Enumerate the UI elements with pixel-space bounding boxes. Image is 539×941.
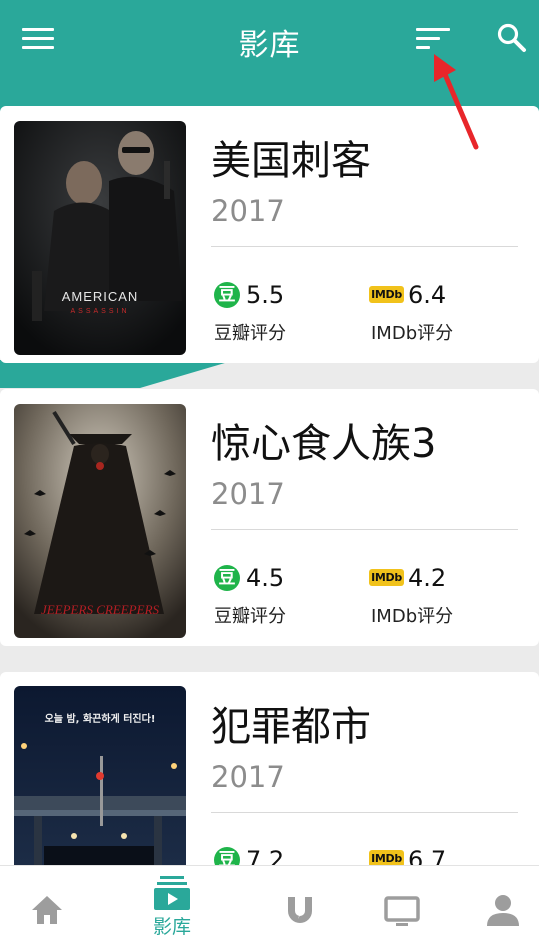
douban-label: 豆瓣评分: [214, 606, 286, 627]
movie-title: 美国刺客: [211, 138, 371, 184]
movie-card[interactable]: JEEPERS CREEPERS 惊心食人族3 2017 豆 4.5 豆瓣评分 …: [0, 389, 539, 646]
poster-title: JEEPERS CREEPERS: [41, 602, 160, 617]
douban-icon: 豆: [214, 282, 240, 308]
movie-year: 2017: [211, 477, 285, 511]
imdb-icon: IMDb: [369, 850, 404, 865]
movie-poster[interactable]: 오늘 밤, 화끈하게 터진다!: [14, 686, 186, 865]
movie-poster[interactable]: AMERICAN ASSASSIN: [14, 121, 186, 355]
bottom-nav: 影库: [0, 865, 539, 941]
poster-title: AMERICAN: [62, 289, 139, 304]
home-icon: [32, 896, 62, 924]
poster-tagline: 오늘 밤, 화끈하게 터진다!: [45, 712, 156, 725]
divider: [211, 529, 518, 530]
nav-library[interactable]: 影库: [118, 866, 226, 941]
divider: [211, 812, 518, 813]
nav-magnet[interactable]: [246, 866, 354, 941]
imdb-label: IMDb评分: [371, 606, 454, 627]
profile-icon: [487, 895, 519, 926]
douban-icon: 豆: [214, 565, 240, 591]
tv-icon: [384, 896, 420, 926]
douban-score: 5.5: [246, 281, 285, 309]
movie-card[interactable]: 오늘 밤, 화끈하게 터진다! 犯罪都市 2017 豆 7.2 IMDb 6.7: [0, 672, 539, 865]
nav-home[interactable]: [0, 866, 108, 941]
imdb-score: 6.4: [408, 281, 447, 309]
imdb-score: 6.7: [408, 846, 447, 865]
sort-icon[interactable]: [416, 26, 452, 52]
poster-subtitle: ASSASSIN: [70, 308, 129, 315]
nav-profile[interactable]: [450, 866, 539, 941]
nav-library-label: 影库: [152, 916, 191, 938]
movie-poster[interactable]: JEEPERS CREEPERS: [14, 404, 186, 638]
divider: [211, 246, 518, 247]
douban-icon: 豆: [214, 847, 240, 865]
douban-score: 4.5: [246, 564, 285, 592]
douban-score: 7.2: [246, 846, 285, 865]
imdb-icon: IMDb: [369, 286, 404, 303]
movie-title: 惊心食人族3: [211, 421, 437, 467]
movie-title: 犯罪都市: [211, 704, 371, 750]
search-icon[interactable]: [496, 22, 528, 54]
library-icon: [154, 876, 190, 910]
movie-year: 2017: [211, 760, 285, 794]
movie-year: 2017: [211, 194, 285, 228]
annotation-arrow-icon: [434, 54, 479, 150]
douban-label: 豆瓣评分: [214, 323, 286, 344]
imdb-label: IMDb评分: [371, 323, 454, 344]
imdb-score: 4.2: [408, 564, 447, 592]
imdb-icon: IMDb: [369, 569, 404, 586]
nav-tv[interactable]: [348, 866, 456, 941]
magnet-icon: [288, 897, 312, 923]
